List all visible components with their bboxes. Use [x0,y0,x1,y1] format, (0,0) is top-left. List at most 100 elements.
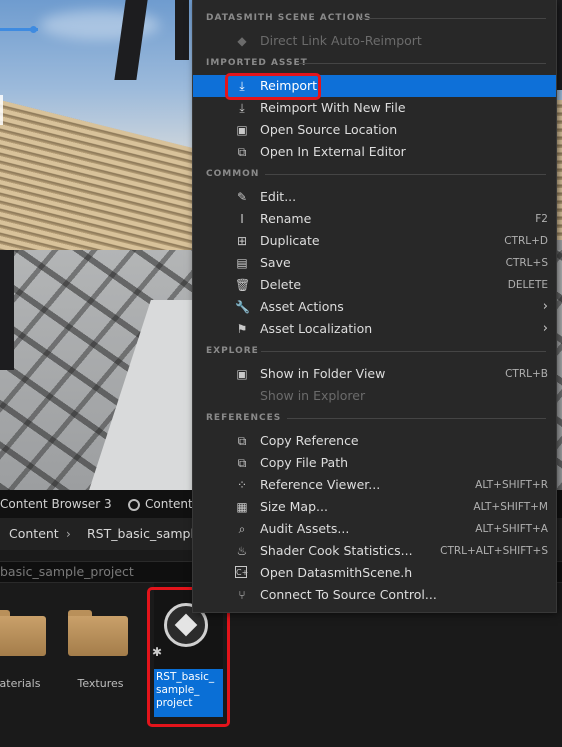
asset-name-line: project [156,697,193,709]
external-editor-icon: ⧉ [237,145,247,159]
divider [287,418,546,419]
menu-item-label: Reimport With New File [260,100,406,115]
duplicate-icon: ⊞ [236,234,248,248]
shortcut-label: DELETE [507,279,548,291]
folder-body [0,616,46,656]
menu-item-open-in-external-editor[interactable]: ⧉ Open In External Editor [193,141,556,163]
shortcut-label: ALT+SHIFT+A [475,523,548,535]
cube-icon [174,613,198,637]
section-common: COMMON [193,163,556,185]
section-label: IMPORTED ASSET [206,58,308,68]
menu-item-label: Copy File Path [260,455,349,470]
audit-icon: ⌕ [238,522,246,536]
section-explore: EXPLORE [193,340,556,362]
folder-label: Textures [77,677,124,690]
menu-item-show-in-folder-view[interactable]: ▣ Show in Folder View CTRL+B [193,363,556,385]
section-label: EXPLORE [206,346,259,356]
search-input[interactable]: basic_sample_project [0,562,134,582]
menu-item-label: Copy Reference [260,433,359,448]
menu-item-open-datasmithscene-h[interactable]: C+ Open DatasmithScene.h [193,562,556,584]
shortcut-label: CTRL+S [505,257,548,269]
section-label: DATASMITH SCENE ACTIONS [206,13,372,23]
chevron-right-icon: › [66,527,71,541]
section-imported-asset: IMPORTED ASSET [193,52,556,74]
content-icon [128,499,140,511]
menu-item-asset-actions[interactable]: 🔧 Asset Actions › [193,296,556,318]
breadcrumb-item-content[interactable]: Content [9,518,59,550]
menu-item-reimport-with-new-file[interactable]: ⤓ Reimport With New File [193,97,556,119]
divider [261,351,546,352]
menu-item-duplicate[interactable]: ⊞ Duplicate CTRL+D [193,230,556,252]
menu-item-show-in-explorer: Show in Explorer [193,385,556,407]
pillar [175,0,189,60]
divider [299,63,546,64]
menu-item-connect-to-source-control[interactable]: ⑂ Connect To Source Control... [193,584,556,606]
tab-label: Content Browser 3 [0,497,112,511]
section-datasmith: DATASMITH SCENE ACTIONS [193,7,556,29]
menu-item-delete[interactable]: 🗑 Delete DELETE [193,274,556,296]
trash-icon: 🗑 [235,278,251,292]
folder-body [68,616,128,656]
asset-name-line: sample_ [156,684,200,696]
asset-context-menu: DATASMITH SCENE ACTIONS ◆ Direct Link Au… [193,0,556,612]
menu-item-label: Delete [260,277,302,292]
chevron-right-icon: › [542,321,548,336]
menu-item-copy-file-path[interactable]: ⧉ Copy File Path [193,452,556,474]
cook-icon: ♨ [236,544,248,558]
copy-icon: ⧉ [237,434,247,448]
breadcrumb-item-folder[interactable]: RST_basic_sample [87,518,202,550]
size-map-icon: ▦ [236,500,248,514]
reimport-file-icon: ⤓ [239,101,245,115]
menu-item-label: Connect To Source Control... [260,587,437,602]
menu-item-label: Open DatasmithScene.h [260,565,413,580]
menu-item-label: Asset Actions [260,299,344,314]
menu-item-label: Reference Viewer... [260,477,381,492]
menu-item-reimport[interactable]: ⤓ Reimport [193,75,556,97]
menu-item-label: Show in Explorer [260,388,366,403]
pencil-icon: ✎ [236,190,248,204]
menu-item-save[interactable]: ▤ Save CTRL+S [193,252,556,274]
menu-item-reference-viewer[interactable]: ⁘ Reference Viewer... ALT+SHIFT+R [193,474,556,496]
tab-content-browser-3[interactable]: Content Browser 3 [0,490,112,518]
code-file-icon: C+ [235,566,249,578]
section-label: REFERENCES [206,413,282,423]
diamond-icon: ◆ [237,34,247,48]
transform-gizmo[interactable] [0,95,17,125]
asset-name-label: RST_basic_ sample_ project [154,669,223,717]
shortcut-label: CTRL+D [504,235,548,247]
gizmo-axis-handle[interactable] [30,26,37,33]
folder-open-icon: ▣ [236,123,248,137]
menu-item-label: Duplicate [260,233,320,248]
menu-item-label: Asset Localization [260,321,373,336]
menu-item-label: Reimport [260,78,318,93]
menu-item-label: Open In External Editor [260,144,406,159]
shortcut-label: CTRL+ALT+SHIFT+S [440,545,548,557]
menu-item-label: Audit Assets... [260,521,350,536]
menu-item-label: Shader Cook Statistics... [260,543,413,558]
menu-item-open-source-location[interactable]: ▣ Open Source Location [193,119,556,141]
divider [265,174,546,175]
section-references: REFERENCES [193,407,556,429]
tab-content[interactable]: Content [128,490,193,518]
menu-item-shader-cook-statistics[interactable]: ♨ Shader Cook Statistics... CTRL+ALT+SHI… [193,540,556,562]
menu-item-audit-assets[interactable]: ⌕ Audit Assets... ALT+SHIFT+A [193,518,556,540]
flag-icon: ⚑ [236,322,248,336]
menu-item-label: Size Map... [260,499,328,514]
wrench-icon: 🔧 [235,300,250,314]
menu-item-label: Open Source Location [260,122,398,137]
menu-item-direct-link-auto-reimport: ◆ Direct Link Auto-Reimport [193,30,556,52]
folder-materials[interactable] [0,610,46,656]
folder-textures[interactable] [68,610,128,656]
explorer-icon [235,389,249,403]
save-icon: ▤ [236,256,248,270]
shortcut-label: F2 [535,213,548,225]
menu-item-copy-reference[interactable]: ⧉ Copy Reference [193,430,556,452]
copy-path-icon: ⧉ [237,456,247,470]
folder-search-icon: ▣ [236,367,248,381]
menu-item-rename[interactable]: I Rename F2 [193,208,556,230]
tab-label: Content [145,497,193,511]
menu-item-label: Edit... [260,189,297,204]
menu-item-asset-localization[interactable]: ⚑ Asset Localization › [193,318,556,340]
menu-item-size-map[interactable]: ▦ Size Map... ALT+SHIFT+M [193,496,556,518]
menu-item-edit[interactable]: ✎ Edit... [193,186,556,208]
